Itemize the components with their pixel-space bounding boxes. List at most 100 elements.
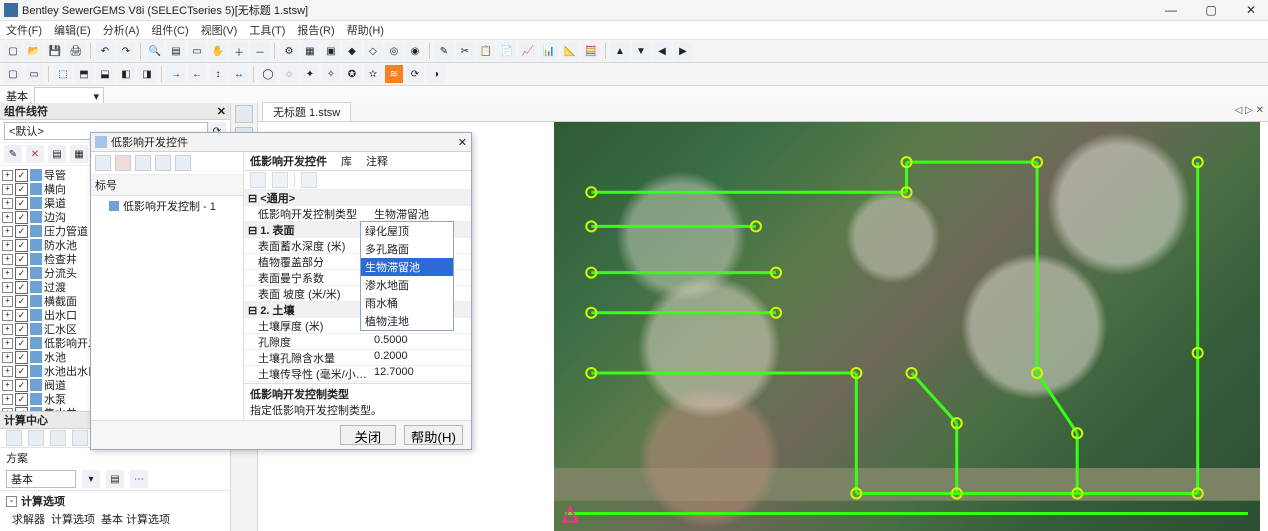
edit-icon[interactable]: ✎	[4, 145, 22, 163]
tool-icon[interactable]: ◑	[427, 65, 445, 83]
minimize-button[interactable]: —	[1158, 3, 1184, 17]
expand-icon[interactable]: +	[2, 184, 13, 195]
find-icon[interactable]: 🔍	[146, 42, 164, 60]
tool-icon[interactable]: ▦	[70, 145, 88, 163]
redo-icon[interactable]: ↷	[117, 42, 135, 60]
document-tab[interactable]: 无标题 1.stsw	[262, 102, 351, 121]
calc-run-icon[interactable]	[6, 430, 22, 446]
tool-icon[interactable]: ◀	[653, 42, 671, 60]
checkbox[interactable]: ✓	[15, 281, 28, 294]
dialog-tab[interactable]: 库	[341, 153, 352, 169]
tool-icon[interactable]: →	[167, 65, 185, 83]
menu-item[interactable]: 组件(C)	[151, 22, 188, 38]
dropdown-option[interactable]: 多孔路面	[361, 240, 453, 258]
tool-icon[interactable]	[301, 172, 317, 188]
tool-icon[interactable]: ◧	[117, 65, 135, 83]
tool-icon[interactable]: ⬒	[75, 65, 93, 83]
checkbox[interactable]: ✓	[15, 267, 28, 280]
tool-icon[interactable]	[155, 155, 171, 171]
tool-icon[interactable]: ✧	[322, 65, 340, 83]
tool-icon[interactable]: ▢	[4, 65, 22, 83]
checkbox[interactable]: ✓	[15, 183, 28, 196]
tool-icon[interactable]: ✂	[456, 42, 474, 60]
select-icon[interactable]: ▭	[188, 42, 206, 60]
scheme-opts-icon[interactable]: ▤	[106, 470, 124, 488]
delete-icon[interactable]: ✕	[26, 145, 44, 163]
expand-icon[interactable]: +	[2, 380, 13, 391]
dialog-close-icon[interactable]: ✕	[458, 136, 467, 149]
save-icon[interactable]: 💾	[46, 42, 64, 60]
expand-icon[interactable]: +	[2, 366, 13, 377]
expand-icon[interactable]: +	[2, 198, 13, 209]
dialog-titlebar[interactable]: 低影响开发控件 ✕	[91, 133, 471, 152]
zoom-out-icon[interactable]: －	[251, 42, 269, 60]
calc-tool-icon[interactable]	[72, 430, 88, 446]
tool-icon[interactable]: 🧮	[582, 42, 600, 60]
expand-icon[interactable]: +	[2, 282, 13, 293]
tool-icon[interactable]: ✦	[301, 65, 319, 83]
checkbox[interactable]: ✓	[15, 239, 28, 252]
tool-icon[interactable]: ◆	[343, 42, 361, 60]
checkbox[interactable]: ✓	[15, 309, 28, 322]
checkbox[interactable]: ✓	[15, 379, 28, 392]
pan-icon[interactable]: ✋	[209, 42, 227, 60]
tool-icon[interactable]: ▶	[674, 42, 692, 60]
categorize-icon[interactable]	[250, 172, 266, 188]
undo-icon[interactable]: ↶	[96, 42, 114, 60]
expand-icon[interactable]: +	[2, 268, 13, 279]
dropdown-option[interactable]: 植物洼地	[361, 312, 453, 330]
tool-icon[interactable]: 📐	[561, 42, 579, 60]
expand-icon[interactable]: +	[2, 296, 13, 307]
tool-icon[interactable]: ←	[188, 65, 206, 83]
expand-icon[interactable]: +	[2, 338, 13, 349]
rss-icon[interactable]: ≋	[385, 65, 403, 83]
open-file-icon[interactable]: 📂	[25, 42, 43, 60]
close-button[interactable]: 关闭	[340, 425, 396, 445]
expand-icon[interactable]: +	[2, 324, 13, 335]
expand-icon[interactable]: +	[2, 226, 13, 237]
menu-item[interactable]: 文件(F)	[6, 22, 42, 38]
tool-icon[interactable]: ✫	[364, 65, 382, 83]
lid-type-combo[interactable]: 生物滞留池	[370, 206, 471, 221]
sort-icon[interactable]	[272, 172, 288, 188]
tool-icon[interactable]: ⬚	[54, 65, 72, 83]
dropdown-option[interactable]: 绿化屋顶	[361, 222, 453, 240]
checkbox[interactable]: ✓	[15, 211, 28, 224]
tool-icon[interactable]: ↕	[209, 65, 227, 83]
new-item-icon[interactable]	[95, 155, 111, 171]
tool-icon[interactable]: ▼	[632, 42, 650, 60]
tool-icon[interactable]: ◯	[259, 65, 277, 83]
layers-icon[interactable]: ▤	[167, 42, 185, 60]
property-grid[interactable]: ⊟ <通用> 低影响开发控制类型 生物滞留池 绿化屋顶多孔路面生物滞留池渗水地面…	[244, 190, 471, 383]
expand-icon[interactable]: +	[2, 394, 13, 405]
checkbox[interactable]: ✓	[15, 365, 28, 378]
scheme-edit-icon[interactable]: ▾	[82, 470, 100, 488]
tool-icon[interactable]: ◉	[406, 42, 424, 60]
rename-icon[interactable]	[135, 155, 151, 171]
dropdown-option[interactable]: 雨水桶	[361, 294, 453, 312]
tool-icon[interactable]: ▦	[301, 42, 319, 60]
tool-icon[interactable]: ▭	[25, 65, 43, 83]
tool-icon[interactable]	[175, 155, 191, 171]
new-file-icon[interactable]: ▢	[4, 42, 22, 60]
panel-close-icon[interactable]: ✕	[217, 105, 226, 118]
tool-icon[interactable]: ✎	[435, 42, 453, 60]
tool-icon[interactable]: ◨	[138, 65, 156, 83]
tab-dock-controls[interactable]: ◁ ▷ ✕	[1235, 105, 1264, 116]
expand-icon[interactable]: -	[6, 496, 17, 507]
expand-icon[interactable]: +	[2, 212, 13, 223]
dropdown-option[interactable]: 生物滞留池	[361, 258, 453, 276]
scheme-selector[interactable]: 基本	[6, 470, 76, 488]
tool-icon[interactable]: ⚙	[280, 42, 298, 60]
checkbox[interactable]: ✓	[15, 337, 28, 350]
vtool-icon[interactable]	[235, 105, 253, 123]
delete-item-icon[interactable]	[115, 155, 131, 171]
tool-icon[interactable]: ⬓	[96, 65, 114, 83]
menu-item[interactable]: 视图(V)	[201, 22, 238, 38]
checkbox[interactable]: ✓	[15, 351, 28, 364]
tool-icon[interactable]: ✪	[343, 65, 361, 83]
help-button[interactable]: 帮助(H)	[404, 425, 463, 445]
dialog-tab[interactable]: 注释	[366, 153, 388, 169]
tool-icon[interactable]: 📊	[540, 42, 558, 60]
menu-item[interactable]: 工具(T)	[249, 22, 285, 38]
